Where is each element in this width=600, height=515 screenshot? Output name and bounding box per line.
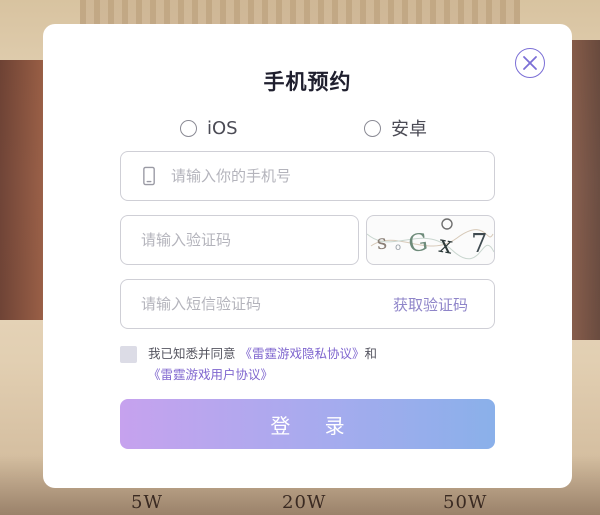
reward-tier-label: 50W	[443, 492, 488, 513]
mobile-phone-icon	[143, 166, 155, 186]
login-button[interactable]: 登 录	[120, 399, 495, 449]
get-sms-code-button[interactable]: 获取验证码	[393, 294, 468, 315]
sms-input[interactable]	[139, 294, 363, 314]
platform-label-ios: iOS	[207, 117, 238, 139]
platform-option-ios[interactable]: iOS	[180, 116, 238, 140]
modal-title: 手机预约	[263, 70, 352, 94]
svg-text:x: x	[437, 230, 456, 260]
svg-text:G: G	[407, 228, 430, 258]
agreement-prefix: 我已知悉并同意	[148, 346, 240, 361]
svg-text:s: s	[375, 229, 388, 254]
agreement-conjunction: 和	[364, 346, 378, 361]
captcha-graphic: s o G x 7	[367, 218, 494, 260]
agreement-checkbox[interactable]	[120, 346, 137, 363]
reservation-modal: 手机预约 iOS 安卓 s o G x 7 获取验证码	[43, 24, 572, 488]
agreement-text: 我已知悉并同意 《雷霆游戏隐私协议》和《雷霆游戏用户协议》	[148, 343, 498, 385]
captcha-field[interactable]	[120, 215, 359, 265]
platform-option-android[interactable]: 安卓	[364, 116, 427, 140]
reward-tier-label: 20W	[282, 492, 327, 513]
phone-input[interactable]	[169, 166, 494, 186]
captcha-input[interactable]	[139, 230, 358, 250]
radio-ios[interactable]	[180, 119, 197, 137]
sms-field[interactable]: 获取验证码	[120, 279, 495, 329]
reward-tier-label: 5W	[131, 492, 163, 513]
svg-text:7: 7	[471, 229, 488, 259]
radio-android[interactable]	[364, 119, 381, 137]
svg-text:o: o	[395, 242, 401, 253]
user-agreement-link[interactable]: 《雷霆游戏用户协议》	[148, 367, 273, 382]
phone-field[interactable]	[120, 151, 495, 201]
captcha-image[interactable]: s o G x 7	[366, 215, 495, 265]
platform-label-android: 安卓	[391, 119, 427, 140]
privacy-policy-link[interactable]: 《雷霆游戏隐私协议》	[239, 346, 364, 361]
